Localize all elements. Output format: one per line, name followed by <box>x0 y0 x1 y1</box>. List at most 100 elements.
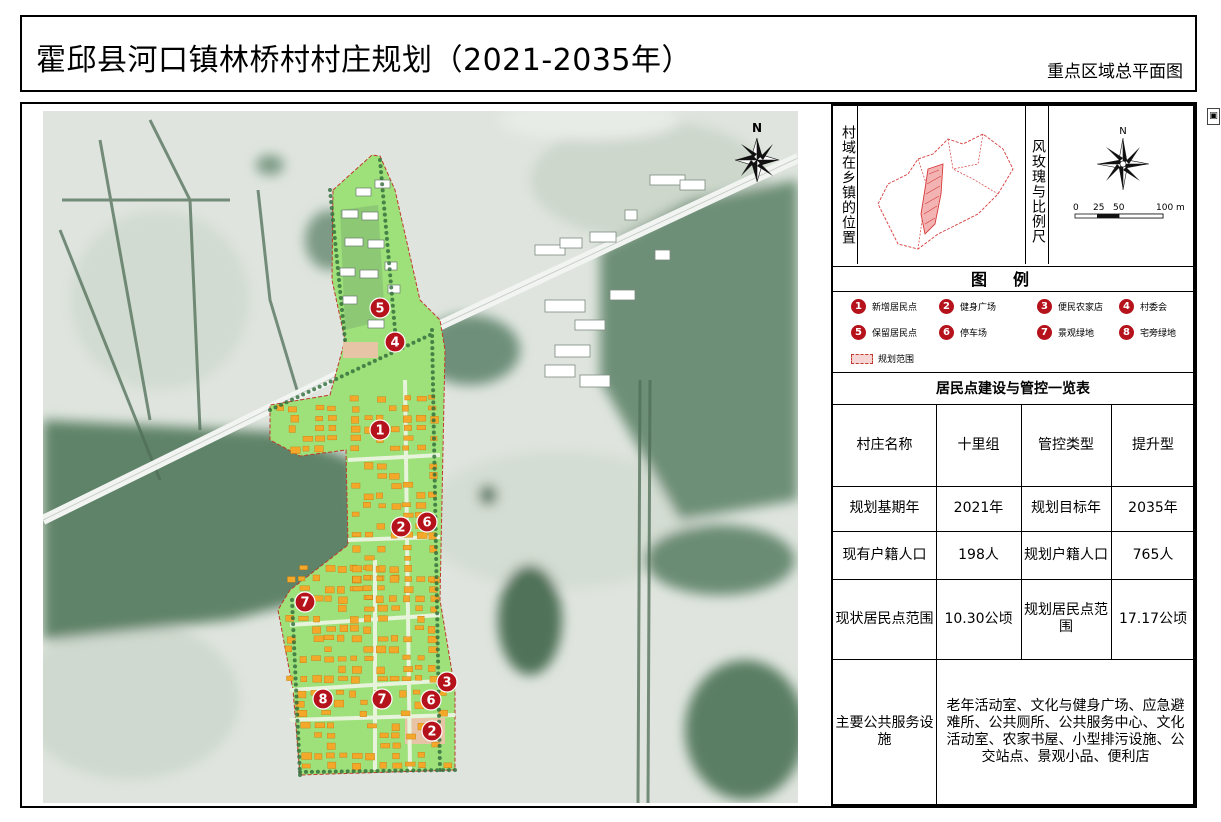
building <box>388 405 397 411</box>
tree <box>433 496 438 501</box>
building <box>300 721 311 729</box>
tree <box>329 200 334 204</box>
tree <box>297 760 302 765</box>
building <box>327 733 336 739</box>
building <box>402 405 409 412</box>
building <box>428 665 436 672</box>
building <box>391 635 399 642</box>
building <box>391 503 402 510</box>
building <box>417 655 425 661</box>
divider <box>833 266 1193 267</box>
tree <box>399 768 404 773</box>
map-marker-2: 2 <box>390 516 412 538</box>
building <box>389 676 400 681</box>
tree <box>290 616 295 621</box>
map-corner-icon: ▣ <box>1207 108 1220 125</box>
info-panel: 村域在乡镇的位置 风玫瑰与比例尺 N 0 25 50 100 m 图例 1 新增居… <box>831 104 1195 806</box>
tree <box>294 706 299 711</box>
building <box>315 425 325 431</box>
tree <box>339 374 344 379</box>
legend-label: 村委会 <box>1140 303 1168 313</box>
tree <box>391 315 396 320</box>
tree <box>294 700 299 705</box>
building <box>403 512 414 518</box>
tree <box>431 388 436 393</box>
building <box>338 676 348 681</box>
building <box>336 690 344 695</box>
tree <box>388 273 393 278</box>
tree <box>330 212 335 216</box>
building <box>352 666 362 674</box>
tree <box>292 646 297 651</box>
building <box>349 690 356 698</box>
tree <box>387 768 392 773</box>
marker-number: 6 <box>426 694 435 709</box>
legend-item-3: 3 便民农家店 <box>1037 299 1103 314</box>
tree <box>430 340 435 345</box>
tree <box>293 676 298 681</box>
building <box>403 481 414 488</box>
marker-badge: 7 <box>1037 325 1052 340</box>
building <box>327 761 337 769</box>
building <box>326 626 336 632</box>
building <box>378 615 388 622</box>
tree <box>290 598 294 602</box>
tree <box>434 575 439 580</box>
building <box>287 576 296 583</box>
building <box>376 523 385 530</box>
tree <box>379 176 384 181</box>
tree <box>431 430 436 435</box>
building <box>312 574 321 582</box>
cell-planned-pop-label: 规划户籍人口 <box>1024 546 1108 563</box>
map-marker-7: 7 <box>294 591 316 613</box>
tree <box>336 272 341 276</box>
building <box>415 675 423 681</box>
tree <box>291 634 296 639</box>
building <box>401 676 412 681</box>
marker-badge: 2 <box>939 299 954 314</box>
building <box>288 425 296 433</box>
tree <box>295 718 300 723</box>
building <box>297 690 307 699</box>
building <box>414 625 425 630</box>
building <box>403 586 414 593</box>
map-marker-6: 6 <box>416 511 438 533</box>
tree <box>431 412 436 417</box>
tree <box>432 448 437 453</box>
tree <box>372 358 377 363</box>
tree <box>291 640 296 645</box>
tree <box>432 454 437 459</box>
scale-label: 风玫瑰与比例尺 <box>1030 138 1046 244</box>
building <box>313 616 320 623</box>
marker-badge: 6 <box>939 325 954 340</box>
building <box>324 675 334 684</box>
tree <box>380 188 385 193</box>
tree <box>435 768 440 773</box>
building <box>377 545 386 553</box>
building <box>389 575 399 583</box>
building <box>363 501 371 508</box>
marker-number: 6 <box>422 516 431 531</box>
tree <box>341 320 346 324</box>
cell-village-name: 十里组 <box>957 436 1000 453</box>
tree <box>384 236 389 241</box>
site-plan-map[interactable]: 5 4 1 2 6 7 3 8 7 6 2 N <box>43 111 798 803</box>
building <box>315 416 323 422</box>
building <box>301 752 312 760</box>
map-marker-7: 7 <box>371 688 393 710</box>
tree <box>434 569 439 574</box>
building <box>392 742 401 749</box>
building <box>401 502 411 508</box>
tree <box>434 599 439 604</box>
building <box>390 445 401 451</box>
tree <box>296 742 301 747</box>
tree <box>357 769 362 774</box>
tree <box>393 768 398 773</box>
tree <box>328 379 333 384</box>
building <box>391 483 402 490</box>
tree <box>327 769 332 774</box>
tree <box>351 769 356 774</box>
marker-number: 7 <box>300 596 309 611</box>
building <box>402 654 411 660</box>
building <box>350 616 359 624</box>
